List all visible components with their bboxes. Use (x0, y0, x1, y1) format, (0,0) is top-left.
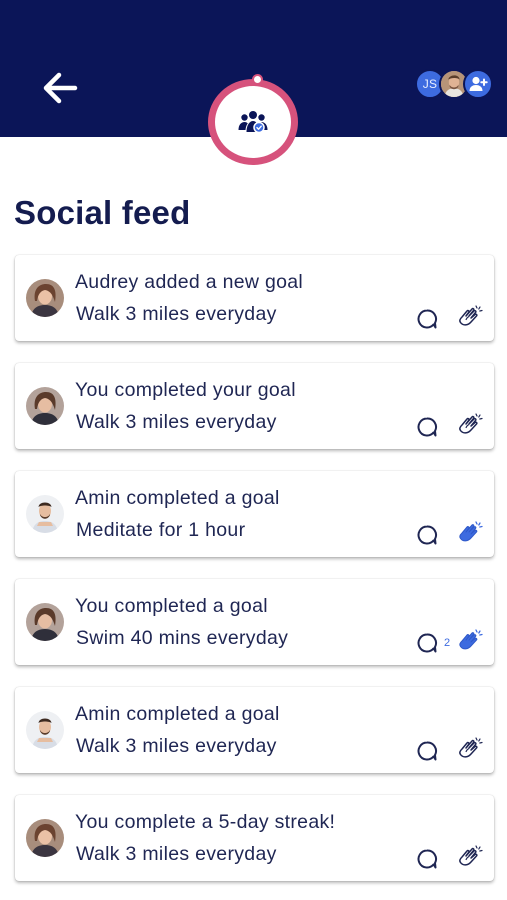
feed-card-goal: Walk 3 miles everyday (76, 411, 277, 433)
add-person-icon (469, 76, 488, 91)
clap-button[interactable] (453, 412, 485, 438)
page-title: Social feed (14, 194, 191, 231)
comment-icon (417, 525, 437, 545)
avatar (26, 387, 64, 425)
avatar (26, 279, 64, 317)
clap-filled-icon (459, 521, 483, 542)
clap-button[interactable] (453, 844, 485, 870)
clap-outline-icon (459, 845, 483, 866)
feed-card-title: You completed your goal (75, 379, 296, 401)
feed-card-goal: Meditate for 1 hour (76, 519, 246, 541)
woman-avatar-icon (26, 819, 64, 857)
comment-button[interactable] (415, 847, 439, 871)
social-feed-list: Audrey added a new goal Walk 3 miles eve… (15, 255, 494, 900)
clap-button[interactable] (453, 520, 485, 546)
avatar (26, 711, 64, 749)
feed-card-title: You complete a 5-day streak! (75, 811, 336, 833)
feed-card-goal: Walk 3 miles everyday (76, 735, 277, 757)
comment-button[interactable] (415, 631, 439, 655)
woman-avatar-icon (26, 387, 64, 425)
woman-avatar-icon (26, 279, 64, 317)
comment-icon (417, 849, 437, 869)
clap-button[interactable] (453, 628, 485, 654)
man-avatar-icon (26, 711, 64, 749)
group-indicator-dot (252, 74, 263, 85)
arrow-left-icon (43, 72, 78, 104)
feed-card-title: Amin completed a goal (75, 703, 280, 725)
back-button[interactable] (38, 68, 82, 108)
feed-card[interactable]: You complete a 5-day streak! Walk 3 mile… (15, 795, 494, 881)
comment-icon (417, 741, 437, 761)
comment-icon (417, 633, 437, 653)
clap-outline-icon (459, 737, 483, 758)
feed-card-goal: Swim 40 mins everyday (76, 627, 289, 649)
feed-card-title: Audrey added a new goal (75, 271, 304, 293)
comment-button[interactable] (415, 523, 439, 547)
clap-outline-icon (459, 413, 483, 434)
participants-avatars[interactable]: JS (415, 69, 493, 101)
clap-button[interactable] (453, 304, 485, 330)
clap-filled-icon (459, 629, 483, 650)
feed-card[interactable]: Amin completed a goal Meditate for 1 hou… (15, 471, 494, 557)
avatar (26, 819, 64, 857)
feed-card-goal: Walk 3 miles everyday (76, 303, 277, 325)
group-button[interactable] (208, 79, 298, 165)
add-person-button[interactable] (463, 69, 493, 99)
feed-card[interactable]: Audrey added a new goal Walk 3 miles eve… (15, 255, 494, 341)
feed-card-title: You completed a goal (75, 595, 268, 617)
feed-card[interactable]: You completed a goal Swim 40 mins everyd… (15, 579, 494, 665)
comment-icon (417, 417, 437, 437)
clap-button[interactable] (453, 736, 485, 762)
feed-card[interactable]: You completed your goal Walk 3 miles eve… (15, 363, 494, 449)
comment-button[interactable] (415, 739, 439, 763)
comment-icon (417, 309, 437, 329)
woman-avatar-icon (26, 603, 64, 641)
clap-outline-icon (459, 305, 483, 326)
avatar (26, 603, 64, 641)
feed-card-goal: Walk 3 miles everyday (76, 843, 277, 865)
feed-card-title: Amin completed a goal (75, 487, 280, 509)
man-avatar-icon (26, 495, 64, 533)
group-icon (238, 111, 268, 134)
comment-button[interactable] (415, 415, 439, 439)
comment-button[interactable] (415, 307, 439, 331)
feed-card[interactable]: Amin completed a goal Walk 3 miles every… (15, 687, 494, 773)
clap-count: 2 (444, 637, 451, 649)
avatar (26, 495, 64, 533)
